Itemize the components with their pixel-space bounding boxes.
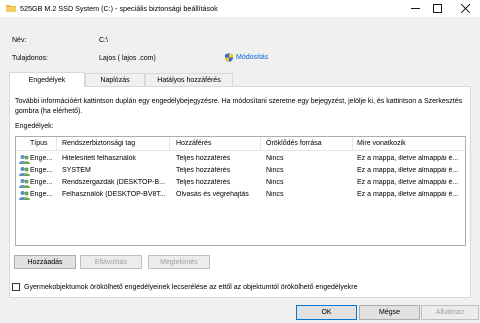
row-principal: Felhasználók (DESKTOP-BV8T... xyxy=(62,191,166,198)
row-inherited-from: Nincs xyxy=(266,179,284,186)
info-text: További információért kattintson duplán … xyxy=(15,98,463,115)
folder-icon xyxy=(6,5,16,12)
users-icon xyxy=(19,167,30,176)
replace-child-permissions-label: Gyermekobjektumok örökölhető engedélyein… xyxy=(24,283,358,291)
close-icon xyxy=(460,4,470,13)
row-type: Enge... xyxy=(30,191,53,198)
row-access: Teljes hozzáférés xyxy=(176,167,231,174)
tab-permissions[interactable]: Engedélyek xyxy=(9,72,85,87)
row-applies-to: Ez a mappa, illetve almappái é... xyxy=(357,167,459,174)
column-header-applies-to[interactable]: Mire vonatkozik xyxy=(357,140,406,147)
row-applies-to: Ez a mappa, illetve almappái é... xyxy=(357,191,459,198)
row-inherited-from: Nincs xyxy=(266,191,284,198)
name-label: Név: xyxy=(12,37,27,44)
row-applies-to: Ez a mappa, illetve almappái é... xyxy=(357,155,459,162)
remove-button[interactable]: Eltávolítás xyxy=(80,255,142,269)
window-title: 525GB M.2 SSD System (C:) - speciális bi… xyxy=(20,4,218,13)
maximize-icon xyxy=(432,4,442,13)
column-header-principal[interactable]: Rendszerbiztonsági tag xyxy=(62,140,135,147)
table-row[interactable]: Enge... Rendszergazdák (DESKTOP-B... Tel… xyxy=(16,177,465,189)
permissions-panel: További információért kattintson duplán … xyxy=(9,86,471,298)
cancel-button[interactable]: Mégse xyxy=(359,305,420,320)
owner-label: Tulajdonos: xyxy=(12,55,48,62)
users-icon xyxy=(19,155,30,164)
row-access: Olvasás és végrehajtás xyxy=(176,191,249,198)
ok-button[interactable]: OK xyxy=(296,305,357,320)
permissions-label: Engedélyek: xyxy=(15,123,54,130)
column-header-inherited-from[interactable]: Öröklődés forrása xyxy=(266,140,322,147)
row-inherited-from: Nincs xyxy=(266,167,284,174)
row-type: Enge... xyxy=(30,155,53,162)
modify-owner-label: Módosítás xyxy=(236,54,269,61)
add-button[interactable]: Hozzáadás xyxy=(14,255,76,269)
tab-effective-access[interactable]: Hatályos hozzáférés xyxy=(145,73,233,86)
modify-owner-link[interactable]: Módosítás xyxy=(225,53,268,62)
row-principal: Hitelesített felhasználók xyxy=(62,155,136,162)
shield-icon xyxy=(225,53,233,62)
permission-entries-list[interactable]: Típus Rendszerbiztonsági tag Hozzáférés … xyxy=(15,136,466,246)
row-principal: SYSTEM xyxy=(62,167,91,174)
replace-child-permissions-checkbox[interactable] xyxy=(12,283,20,291)
table-row[interactable]: Enge... SYSTEM Teljes hozzáférés Nincs E… xyxy=(16,165,465,177)
tab-auditing[interactable]: Naplózás xyxy=(85,73,145,86)
users-icon xyxy=(19,191,30,200)
minimize-icon xyxy=(410,8,420,9)
owner-value: Lajos ( lajos .com) xyxy=(99,55,156,62)
name-value: C:\ xyxy=(99,37,108,44)
users-icon xyxy=(19,179,30,188)
row-inherited-from: Nincs xyxy=(266,155,284,162)
replace-child-permissions-option[interactable]: Gyermekobjektumok örökölhető engedélyein… xyxy=(12,283,357,291)
minimize-button[interactable] xyxy=(403,0,427,17)
view-button[interactable]: Megtekintés xyxy=(148,255,210,269)
row-type: Enge... xyxy=(30,179,53,186)
column-header-access[interactable]: Hozzáférés xyxy=(176,140,211,147)
title-bar: 525GB M.2 SSD System (C:) - speciális bi… xyxy=(0,0,480,17)
list-header: Típus Rendszerbiztonsági tag Hozzáférés … xyxy=(16,137,465,151)
close-button[interactable] xyxy=(453,0,477,17)
apply-button[interactable]: Alkalmaz xyxy=(421,305,479,320)
maximize-button[interactable] xyxy=(425,0,449,17)
row-access: Teljes hozzáférés xyxy=(176,155,231,162)
row-type: Enge... xyxy=(30,167,53,174)
column-header-type[interactable]: Típus xyxy=(30,140,48,147)
table-row[interactable]: Enge... Hitelesített felhasználók Teljes… xyxy=(16,153,465,165)
row-principal: Rendszergazdák (DESKTOP-B... xyxy=(62,179,165,186)
table-row[interactable]: Enge... Felhasználók (DESKTOP-BV8T... Ol… xyxy=(16,189,465,201)
row-applies-to: Ez a mappa, illetve almappái é... xyxy=(357,179,459,186)
row-access: Teljes hozzáférés xyxy=(176,179,231,186)
